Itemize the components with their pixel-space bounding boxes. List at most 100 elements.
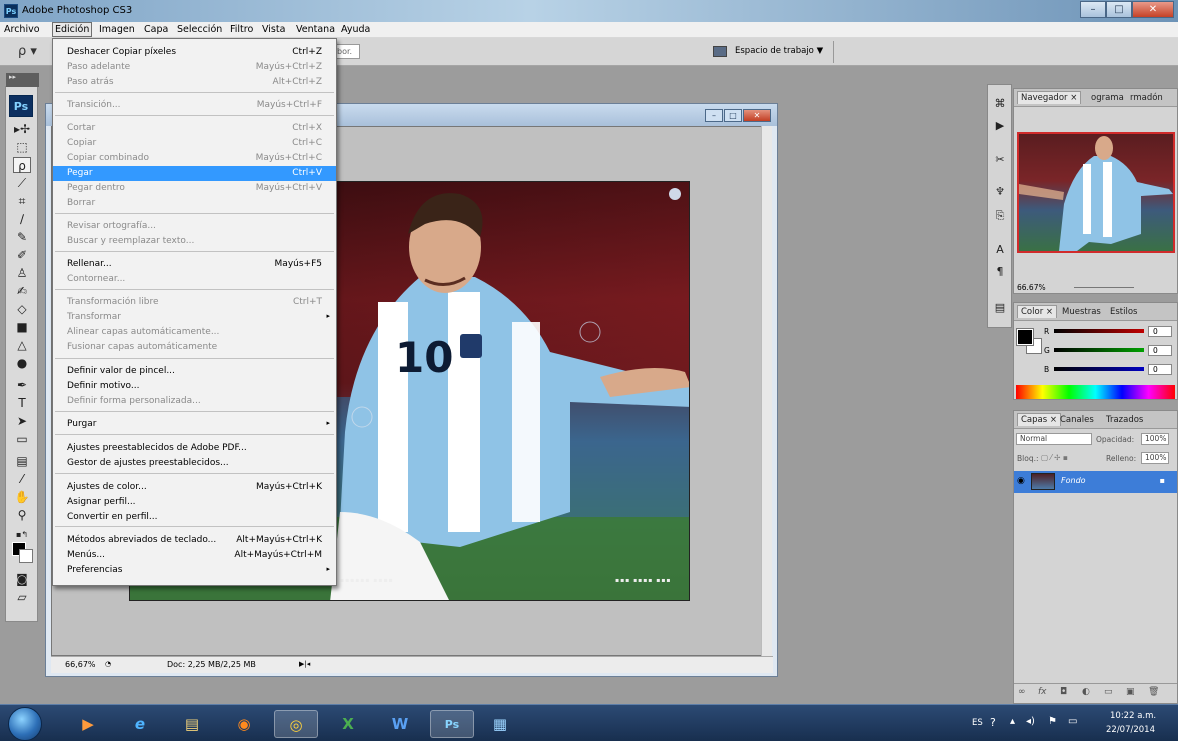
marquee-tool-icon[interactable]: ⬚ <box>13 139 31 155</box>
menu-item-ajustes-preestablecidos-de-adobe-pdf[interactable]: Ajustes preestablecidos de Adobe PDF... <box>53 441 336 456</box>
tab-canales[interactable]: Canales <box>1060 415 1094 425</box>
navigator-zoom-value[interactable]: 66.67% <box>1017 283 1046 292</box>
help-icon[interactable]: ? <box>990 716 996 729</box>
taskbar-internet-explorer-icon[interactable]: e <box>118 710 162 738</box>
history-panel-icon[interactable]: ⌘ <box>993 97 1007 111</box>
dodge-tool-icon[interactable]: ● <box>13 355 31 371</box>
menu-item-paso-atras[interactable]: Paso atrás Alt+Ctrl+Z <box>53 75 336 90</box>
menu-archivo[interactable]: Archivo <box>4 24 40 35</box>
layer-mask-icon[interactable]: ◘ <box>1060 687 1067 697</box>
tab-histograma[interactable]: ograma <box>1091 93 1124 103</box>
menu-edicion[interactable]: Edición <box>52 22 93 37</box>
navigator-thumbnail[interactable] <box>1017 132 1175 253</box>
green-channel-value[interactable]: 0 <box>1148 345 1172 356</box>
tab-capas[interactable]: Capas × <box>1017 413 1062 426</box>
layer-row-fondo[interactable]: ◉ Fondo ▪ <box>1014 471 1177 493</box>
lasso-tool-preset-icon[interactable]: ρ ▾ <box>18 44 37 59</box>
network-icon[interactable]: ▭ <box>1068 716 1077 727</box>
link-layers-icon[interactable]: ∞ <box>1018 687 1026 697</box>
healing-brush-tool-icon[interactable]: ✎ <box>13 229 31 245</box>
menu-item-fusionar-capas-automaticamente[interactable]: Fusionar capas automáticamente <box>53 340 336 355</box>
menu-filtro[interactable]: Filtro <box>230 24 253 35</box>
clone-source-panel-icon[interactable]: ⎘ <box>993 209 1007 223</box>
history-brush-tool-icon[interactable]: ✍ <box>13 283 31 299</box>
clock-time[interactable]: 10:22 a.m. <box>1110 711 1156 721</box>
notes-tool-icon[interactable]: ▤ <box>13 453 31 469</box>
navigator-zoom-slider[interactable] <box>1074 287 1134 288</box>
character-panel-icon[interactable]: A <box>993 243 1007 257</box>
language-indicator[interactable]: ES <box>972 718 983 728</box>
paragraph-panel-icon[interactable]: ¶ <box>993 265 1007 279</box>
menu-item-rellenar[interactable]: Rellenar... Mayús+F5 <box>53 257 336 272</box>
menu-item-transformacion-libre[interactable]: Transformación libre Ctrl+T <box>53 295 336 310</box>
menu-item-borrar[interactable]: Borrar <box>53 196 336 211</box>
vertical-scrollbar[interactable] <box>761 126 772 656</box>
fill-field[interactable]: 100% <box>1141 452 1169 464</box>
taskbar-photoshop-icon[interactable]: Ps <box>430 710 474 738</box>
delete-layer-icon[interactable]: 🗑 <box>1148 687 1159 697</box>
menu-item-purgar[interactable]: Purgar ▸ <box>53 417 336 432</box>
crop-tool-icon[interactable]: ⌗ <box>13 193 31 209</box>
pen-tool-icon[interactable]: ✒ <box>13 377 31 393</box>
doc-maximize-button[interactable]: □ <box>724 109 742 122</box>
zoom-readout[interactable]: 66,67% <box>65 660 96 669</box>
menu-item-cortar[interactable]: Cortar Ctrl+X <box>53 121 336 136</box>
type-tool-icon[interactable]: T <box>13 395 31 411</box>
red-channel-slider[interactable] <box>1054 329 1144 333</box>
blue-channel-slider[interactable] <box>1054 367 1144 371</box>
menu-item-deshacer-copiar-pixeles[interactable]: Deshacer Copiar píxeles Ctrl+Z <box>53 45 336 60</box>
menu-item-asignar-perfil[interactable]: Asignar perfil... <box>53 495 336 510</box>
hand-tool-icon[interactable]: ✋ <box>13 489 31 505</box>
quick-mask-icon[interactable]: ◙ <box>13 571 31 587</box>
color-spectrum-bar[interactable] <box>1016 385 1175 399</box>
menu-item-ajustes-de-color[interactable]: Ajustes de color... Mayús+Ctrl+K <box>53 480 336 495</box>
new-layer-icon[interactable]: ▣ <box>1126 687 1135 697</box>
gradient-tool-icon[interactable]: ■ <box>13 319 31 335</box>
maximize-button[interactable]: □ <box>1106 1 1132 18</box>
brushes-panel-icon[interactable]: ♆ <box>993 185 1007 199</box>
menu-item-pegar-dentro[interactable]: Pegar dentro Mayús+Ctrl+V <box>53 181 336 196</box>
eraser-tool-icon[interactable]: ◇ <box>13 301 31 317</box>
clone-stamp-tool-icon[interactable]: ♙ <box>13 265 31 281</box>
doc-close-button[interactable]: ✕ <box>743 109 771 122</box>
blur-tool-icon[interactable]: △ <box>13 337 31 353</box>
menu-seleccion[interactable]: Selección <box>177 24 222 35</box>
menu-capa[interactable]: Capa <box>144 24 168 35</box>
eyedropper-tool-icon[interactable]: ⁄ <box>13 471 31 487</box>
move-tool-icon[interactable]: ▸✢ <box>13 121 31 137</box>
options-field[interactable]: bor. <box>334 44 360 59</box>
lasso-tool-icon[interactable]: ρ <box>13 157 31 173</box>
layer-style-icon[interactable]: fx <box>1038 687 1047 697</box>
path-selection-tool-icon[interactable]: ➤ <box>13 413 31 429</box>
menu-item-alinear-capas-automaticamente[interactable]: Alinear capas automáticamente... <box>53 325 336 340</box>
menu-ventana[interactable]: Ventana <box>296 24 335 35</box>
tool-presets-panel-icon[interactable]: ✂ <box>993 153 1007 167</box>
green-channel-slider[interactable] <box>1054 348 1144 352</box>
tools-dock-header[interactable]: ▸▸ <box>6 73 39 87</box>
zoom-tool-icon[interactable]: ⚲ <box>13 507 31 523</box>
menu-item-metodos-abreviados-de-teclado[interactable]: Métodos abreviados de teclado... Alt+Mayú… <box>53 533 336 548</box>
info-panel-icon[interactable]: ▤ <box>993 301 1007 315</box>
menu-item-copiar-combinado[interactable]: Copiar combinado Mayús+Ctrl+C <box>53 151 336 166</box>
minimize-button[interactable]: – <box>1080 1 1106 18</box>
opacity-field[interactable]: 100% <box>1141 433 1169 445</box>
volume-icon[interactable]: ◂) <box>1026 716 1035 727</box>
taskbar-network-app-icon[interactable]: ▦ <box>478 710 522 738</box>
menu-item-definir-motivo[interactable]: Definir motivo... <box>53 379 336 394</box>
status-zoom-icon[interactable]: ◔ <box>105 660 111 668</box>
menu-item-contornear[interactable]: Contornear... <box>53 272 336 287</box>
doc-minimize-button[interactable]: – <box>705 109 723 122</box>
tab-informacion[interactable]: rmadón <box>1130 93 1163 103</box>
background-color-swatch[interactable] <box>19 549 33 563</box>
clock-date[interactable]: 22/07/2014 <box>1106 725 1155 735</box>
tab-navegador[interactable]: Navegador × <box>1017 91 1082 104</box>
brush-tool-icon[interactable]: ✐ <box>13 247 31 263</box>
actions-panel-icon[interactable]: ▶ <box>993 119 1007 133</box>
taskbar-firefox-icon[interactable]: ◉ <box>222 710 266 738</box>
menu-item-preferencias[interactable]: Preferencias ▸ <box>53 563 336 578</box>
menu-item-gestor-de-ajustes-preestablecidos[interactable]: Gestor de ajustes preestablecidos... <box>53 456 336 471</box>
taskbar-file-explorer-icon[interactable]: ▤ <box>170 710 214 738</box>
action-center-flag-icon[interactable]: ⚑ <box>1048 716 1057 727</box>
menu-imagen[interactable]: Imagen <box>99 24 135 35</box>
workspace-icon[interactable] <box>713 46 727 57</box>
